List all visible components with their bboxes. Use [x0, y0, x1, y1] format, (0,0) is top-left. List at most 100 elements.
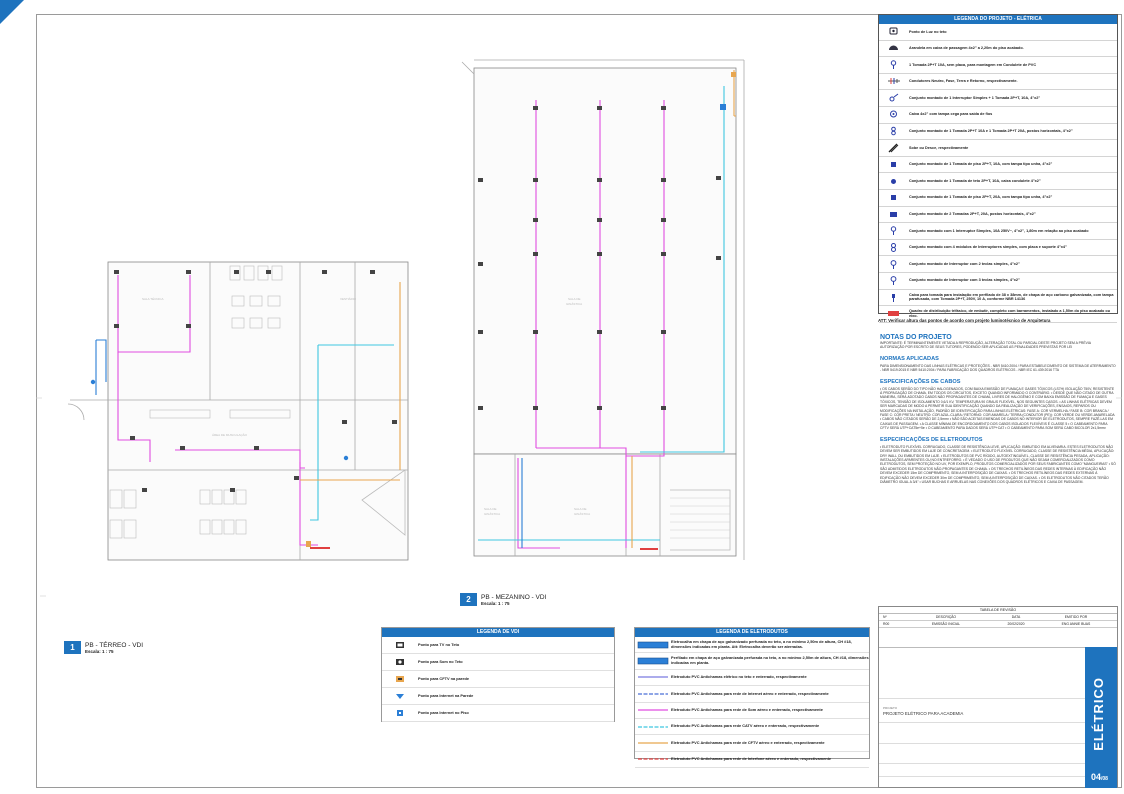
svg-text:GINÁSTICA: GINÁSTICA	[566, 302, 582, 306]
plan-2-title: 2 PB - MEZANINO - VDI Escala: 1 : 75	[460, 593, 546, 606]
title-fields: PROJETO PROJETO ELÉTRICO PARA ACADEMIA	[879, 647, 1087, 789]
plan-2-scale: Escala: 1 : 75	[481, 600, 510, 606]
svg-text:SALA DE: SALA DE	[568, 297, 581, 301]
two-outlets-icon	[879, 209, 909, 220]
revision-table-title: TABELA DE REVISÃO	[879, 607, 1117, 614]
ceiling-outlet-icon	[879, 176, 909, 187]
conduit-swatch	[635, 671, 671, 683]
plan-1-scale: Escala: 1 : 75	[85, 648, 114, 654]
electric-legend-text: 1 Tomada 2P+T 10A, sem placa, para monta…	[909, 62, 1037, 67]
electric-legend-item: Caixa 4x2" com tampa cega para saída de …	[879, 107, 1117, 124]
profile-box-icon	[879, 292, 909, 303]
electric-legend-item: Caixa para tomada para instalação em per…	[879, 290, 1117, 307]
sheet-number: 04/08	[1091, 772, 1108, 782]
eletrodutos-legend-item: Eletroduto PVC Antichamas para rede de C…	[635, 735, 869, 752]
electric-legend-text: Conjunto montado de 1 Tomada de piso 2P+…	[909, 162, 1053, 167]
eletrodutos-title: ESPECIFICAÇÕES DE ELETRODUTOS	[880, 436, 983, 443]
svg-text:SALA DE: SALA DE	[484, 507, 497, 511]
svg-text:SALA DE: SALA DE	[574, 507, 587, 511]
att-note: ATT: Verificar altura das pontos de acor…	[878, 318, 1051, 323]
electric-legend-item: Ponto de Luz no teto	[879, 24, 1117, 41]
vdi-legend-text: Ponto para Internet no Piso	[418, 709, 469, 715]
up-down-icon	[879, 142, 909, 153]
switch-outlet-icon	[879, 93, 909, 104]
drawing-sheet: SALA TÉCNICA ÁREA DE MUSCULAÇÃO VESTIÁRI…	[0, 0, 1124, 794]
camera-icon	[382, 674, 418, 684]
vdi-legend-text: Ponto para TV no Teto	[418, 641, 460, 647]
electric-legend-item: Conjunto montado de 1 Tomada de piso 2P+…	[879, 157, 1117, 174]
wall-sconce-icon	[879, 43, 909, 54]
rev-date: 20/02/2020	[1007, 622, 1025, 626]
ceiling-light-icon	[879, 26, 909, 37]
vdi-legend-item: Ponto para CFTV na parede	[382, 671, 614, 688]
electric-legend-text: Condutores Neutro, Fase, Terra e Retorno…	[909, 79, 1018, 84]
floor-outlet-20a-icon	[879, 192, 909, 203]
plan-1-name: PB - TÉRREO - VDI	[85, 641, 144, 649]
eletrodutos-legend-text: Eletroduto PVC Antichamas para rede CATV…	[671, 723, 820, 729]
electric-legend-item: Conjunto montado de 1 Interruptor Simple…	[879, 90, 1117, 107]
electric-legend-text: Conjunto montado de Interruptor com 3 te…	[909, 278, 1020, 283]
conduit-swatch	[635, 688, 671, 700]
title-block: TABELA DE REVISÃO Nº DESCRIÇÃO DATA EMIT…	[878, 606, 1118, 788]
discipline-label: ELÉTRICO	[1091, 677, 1106, 751]
floor-data-icon	[382, 708, 418, 718]
eletrodutos-legend-text: Eletroduto PVC Antichamas elétrico no te…	[671, 674, 807, 680]
svg-text:SALA TÉCNICA: SALA TÉCNICA	[142, 296, 163, 301]
eletrodutos-legend-item: Eletroduto PVC Antichamas para rede de I…	[635, 752, 869, 769]
plan-terreo	[67, 261, 409, 561]
discipline-tab: ELÉTRICO 04/08	[1085, 647, 1117, 788]
normas-title: NORMAS APLICADAS	[880, 355, 939, 362]
electric-legend-text: Caixa 4x2" com tampa cega para saída de …	[909, 112, 993, 117]
rev-col-issuer: EMITIDO POR	[1064, 615, 1088, 619]
eletrodutos-legend-text: Eletroduto PVC Antichamas para rede de C…	[671, 739, 825, 745]
project-name: PROJETO ELÉTRICO PARA ACADEMIA	[883, 711, 964, 716]
two-key-switch-icon	[879, 259, 909, 270]
electric-legend-item: Conjunto montado com 4 módulos de Interr…	[879, 240, 1117, 257]
plan-2-name: PB - MEZANINO - VDI	[481, 593, 547, 601]
revision-header-row: Nº DESCRIÇÃO DATA EMITIDO POR	[879, 614, 1117, 621]
electric-legend-item: Conjunto montado de 2 Tomadas 2P+T, 20A,…	[879, 207, 1117, 224]
vdi-legend: LEGENDA DE VDI Ponto para TV no Teto Pont…	[381, 627, 615, 722]
rev-col-description: DESCRIÇÃO	[935, 615, 957, 619]
vdi-legend-text: Ponto para Internet na Parede	[418, 692, 474, 698]
blind-box-icon	[879, 109, 909, 120]
electric-legend-item: Conjunto montado de Interruptor com 2 te…	[879, 256, 1117, 273]
normas-text: PARA DIMENSIONAMENTO DAS LINHAS ELÉTRICA…	[880, 363, 1116, 373]
electric-legend-item: Sobe ou Desce, respectivamente	[879, 140, 1117, 157]
eletrodutos-legend: LEGENDA DE ELETRODUTOS Eletrocalha em ch…	[634, 627, 870, 769]
electric-legend-item: Conjunto montado de 1 Tomada 2P+T 10A e …	[879, 124, 1117, 141]
notes-title: NOTAS DO PROJETO	[880, 334, 952, 341]
electric-legend-item: Arandela em caixa de passagem 4x2" a 2,2…	[879, 41, 1117, 58]
conduit-swatch	[635, 639, 671, 651]
sheet-total: 08	[1102, 776, 1108, 782]
electric-legend-text: Conjunto montado de Interruptor com 2 te…	[909, 261, 1020, 266]
floor-outlet-icon	[879, 159, 909, 170]
eletrodutos-text: • ELETRODUTO FLEXÍVEL CORRUGADO, CLASSE …	[880, 444, 1116, 484]
eletrodutos-legend-text: Eletroduto PVC Antichamas para rede de I…	[671, 756, 832, 762]
eletrodutos-legend-title: LEGENDA DE ELETRODUTOS	[635, 628, 869, 637]
double-outlet-icon	[879, 126, 909, 137]
electric-legend-text: Arandela em caixa de passagem 4x2" a 2,2…	[909, 46, 1024, 51]
switch-icon	[879, 225, 909, 236]
eletrodutos-legend-item: Eletroduto PVC Antichamas para rede CATV…	[635, 719, 869, 736]
cabos-title: ESPECIFICAÇÕES DE CABOS	[880, 378, 961, 385]
sheet-current: 04	[1091, 772, 1102, 782]
cabos-text: • OS CABOS SERÃO DO TIPO NÃO HALOGENADOS…	[880, 386, 1115, 431]
electric-legend-text: Conjunto montado de 1 Interruptor Simple…	[909, 95, 1041, 100]
three-key-switch-icon	[879, 275, 909, 286]
plan-1-title: 1 PB - TÉRREO - VDI Escala: 1 : 75	[64, 641, 143, 654]
conduit-swatch	[635, 737, 671, 749]
rev-col-number: Nº	[883, 615, 887, 619]
eletrodutos-legend-text: Eletroduto PVC Antichamas para rede de S…	[671, 706, 823, 712]
speaker-icon	[382, 657, 418, 667]
wifi-icon	[382, 691, 418, 701]
project-label: PROJETO	[883, 706, 898, 710]
project-notes: NOTAS DO PROJETO IMPORTANTE: É TERMINANT…	[880, 334, 1116, 484]
conduit-swatch	[635, 655, 671, 667]
conduit-swatch	[635, 753, 671, 765]
eletrodutos-legend-text: Eletrocalha em chapa de aço galvanizado …	[671, 639, 852, 649]
plan-2-number: 2	[460, 593, 477, 606]
svg-text:GINÁSTICA: GINÁSTICA	[484, 512, 500, 516]
tv-icon	[382, 640, 418, 650]
vdi-legend-item: Ponto para Som no Teto	[382, 654, 614, 671]
